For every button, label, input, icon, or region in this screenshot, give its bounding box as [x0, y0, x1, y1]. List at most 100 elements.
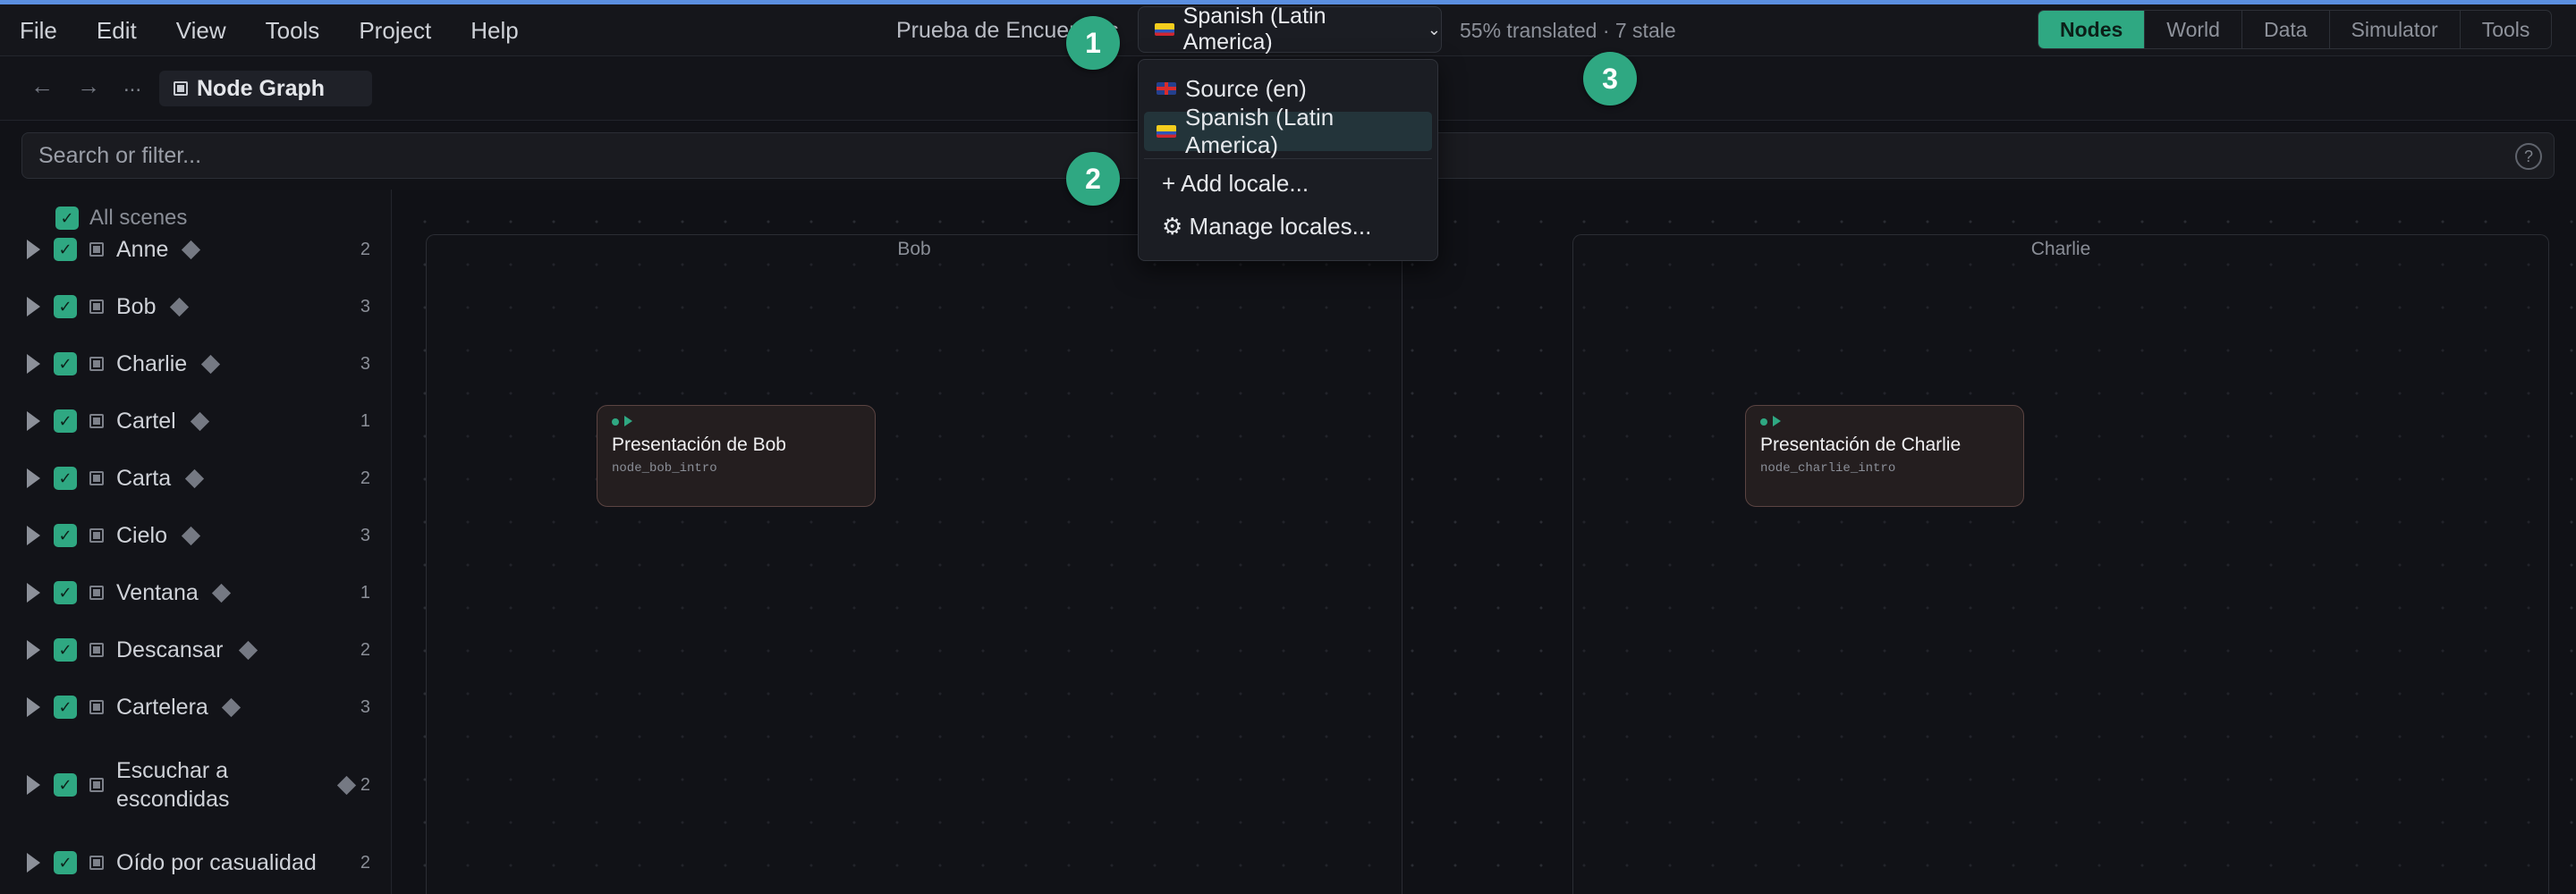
- checkbox-checked-icon[interactable]: ✓: [54, 409, 77, 433]
- node-status-dot-icon: [1760, 418, 1767, 426]
- tab-simulator[interactable]: Simulator: [2328, 11, 2460, 48]
- menu-project[interactable]: Project: [339, 4, 451, 56]
- menu-tools[interactable]: Tools: [246, 4, 340, 56]
- menu-edit[interactable]: Edit: [77, 4, 157, 56]
- scene-icon: [89, 700, 104, 714]
- checkbox-checked-icon[interactable]: ✓: [55, 207, 79, 230]
- expand-arrow-icon[interactable]: [27, 583, 40, 603]
- play-icon[interactable]: [1773, 416, 1781, 426]
- scene-row[interactable]: ✓ Carta 2: [0, 463, 392, 493]
- scene-name: Charlie: [116, 351, 188, 376]
- scene-row[interactable]: ✓ Ventana 1: [0, 578, 392, 608]
- chevron-down-icon: ⌄: [1427, 20, 1441, 38]
- locale-option-spanish-latam[interactable]: Spanish (Latin America): [1144, 104, 1432, 158]
- tab-data[interactable]: Data: [2241, 11, 2329, 48]
- expand-arrow-icon[interactable]: [27, 640, 40, 660]
- play-icon[interactable]: [624, 416, 632, 426]
- menubar: File Edit View Tools Project Help Prueba…: [0, 4, 2576, 56]
- scene-name: Cartelera: [116, 695, 208, 720]
- scene-row[interactable]: ✓ Bob 3: [0, 291, 392, 322]
- expand-arrow-icon[interactable]: [27, 297, 40, 316]
- expand-arrow-icon[interactable]: [27, 354, 40, 374]
- scene-icon: [89, 643, 104, 657]
- tab-nodes[interactable]: Nodes: [2038, 11, 2145, 48]
- diamond-icon: [181, 240, 201, 259]
- scene-name: Cartel: [116, 409, 176, 434]
- scene-group-bob[interactable]: Bob Presentación de Bob node_bob_intro: [426, 234, 1402, 894]
- scene-node-count: 3: [360, 353, 370, 374]
- help-icon[interactable]: ?: [2515, 143, 2542, 170]
- checkbox-checked-icon[interactable]: ✓: [54, 638, 77, 662]
- diamond-icon: [181, 526, 201, 545]
- scene-row[interactable]: ✓ Cartel 1: [0, 406, 392, 436]
- scene-row[interactable]: ✓ Cartelera 3: [0, 692, 392, 722]
- expand-arrow-icon[interactable]: [27, 853, 40, 873]
- checkbox-checked-icon[interactable]: ✓: [54, 696, 77, 719]
- diamond-icon: [200, 354, 221, 374]
- scene-row[interactable]: ✓ Escuchar a escondidas 2: [0, 749, 392, 821]
- scene-icon: [89, 778, 104, 792]
- scene-row[interactable]: ✓ Charlie 3: [0, 349, 392, 379]
- breadcrumb-node-graph[interactable]: Node Graph: [159, 71, 372, 106]
- checkbox-checked-icon[interactable]: ✓: [54, 851, 77, 874]
- expand-arrow-icon[interactable]: [27, 526, 40, 545]
- expand-arrow-icon[interactable]: [27, 468, 40, 488]
- tab-tools[interactable]: Tools: [2459, 11, 2552, 48]
- checkbox-checked-icon[interactable]: ✓: [54, 467, 77, 490]
- diamond-icon: [211, 583, 232, 603]
- tab-world[interactable]: World: [2144, 11, 2241, 48]
- checkbox-checked-icon[interactable]: ✓: [54, 773, 77, 797]
- diamond-icon: [336, 775, 357, 795]
- breadcrumb-ellipsis[interactable]: ...: [123, 72, 141, 97]
- forward-arrow-icon[interactable]: →: [77, 72, 100, 100]
- dialogue-node[interactable]: Presentación de Charlie node_charlie_int…: [1745, 405, 2024, 507]
- checkbox-checked-icon[interactable]: ✓: [54, 295, 77, 318]
- locale-option-source[interactable]: Source (en): [1144, 69, 1432, 108]
- expand-arrow-icon[interactable]: [27, 240, 40, 259]
- checkbox-checked-icon[interactable]: ✓: [54, 581, 77, 604]
- locale-dropdown-menu: Source (en) Spanish (Latin America) + Ad…: [1138, 59, 1438, 261]
- scene-row[interactable]: ✓ Descansar 2: [0, 635, 392, 665]
- colombia-flag-icon: [1157, 125, 1176, 138]
- scene-row[interactable]: ✓ Anne 2: [0, 234, 392, 265]
- all-scenes-toggle[interactable]: ✓ All scenes: [55, 206, 187, 231]
- add-locale-item[interactable]: + Add locale...: [1144, 164, 1432, 203]
- scene-name: Descansar: [116, 637, 224, 662]
- checkbox-checked-icon[interactable]: ✓: [54, 524, 77, 547]
- scene-group-charlie[interactable]: Charlie Presentación de Charlie node_cha…: [1572, 234, 2549, 894]
- scene-node-count: 2: [360, 852, 370, 873]
- locale-option-label: Spanish (Latin America): [1185, 104, 1335, 158]
- manage-locales-item[interactable]: ⚙ Manage locales...: [1144, 207, 1432, 246]
- scene-icon: [89, 856, 104, 870]
- menu-help[interactable]: Help: [451, 4, 538, 56]
- expand-arrow-icon[interactable]: [27, 411, 40, 431]
- menu-file[interactable]: File: [0, 4, 77, 56]
- node-title: Presentación de Charlie: [1760, 434, 1962, 455]
- mode-tabs: Nodes World Data Simulator Tools: [2038, 10, 2553, 49]
- menu-view[interactable]: View: [157, 4, 246, 56]
- scene-icon: [89, 586, 104, 600]
- checkbox-checked-icon[interactable]: ✓: [54, 238, 77, 261]
- scene-node-count: 1: [360, 582, 370, 603]
- scene-name: Carta: [116, 466, 172, 491]
- scene-node-count: 3: [360, 525, 370, 545]
- locale-selector-button[interactable]: Spanish (Latin America) ⌄: [1138, 4, 1442, 55]
- scene-node-count: 1: [360, 410, 370, 431]
- scene-icon: [89, 357, 104, 371]
- expand-arrow-icon[interactable]: [27, 697, 40, 717]
- translation-status: 55% translated · 7 stale: [1460, 19, 1676, 42]
- scene-row[interactable]: ✓ Oído por casualidad 2: [0, 848, 392, 878]
- node-id: node_bob_intro: [612, 461, 717, 476]
- scene-node-count: 2: [360, 639, 370, 660]
- expand-arrow-icon[interactable]: [27, 775, 40, 795]
- scene-name: Bob: [116, 294, 157, 319]
- scene-name: Escuchar a escondidas: [116, 758, 230, 812]
- scene-icon: [89, 414, 104, 428]
- scene-row[interactable]: ✓ Cielo 3: [0, 520, 392, 551]
- dialogue-node[interactable]: Presentación de Bob node_bob_intro: [597, 405, 876, 507]
- checkbox-checked-icon[interactable]: ✓: [54, 352, 77, 375]
- back-arrow-icon[interactable]: ←: [30, 72, 54, 100]
- node-title: Presentación de Bob: [612, 434, 786, 455]
- diamond-icon: [221, 697, 242, 717]
- scene-sidebar: ✓ All scenes ✓ Anne 2 ✓ Bob 3 ✓ Charlie …: [0, 190, 392, 894]
